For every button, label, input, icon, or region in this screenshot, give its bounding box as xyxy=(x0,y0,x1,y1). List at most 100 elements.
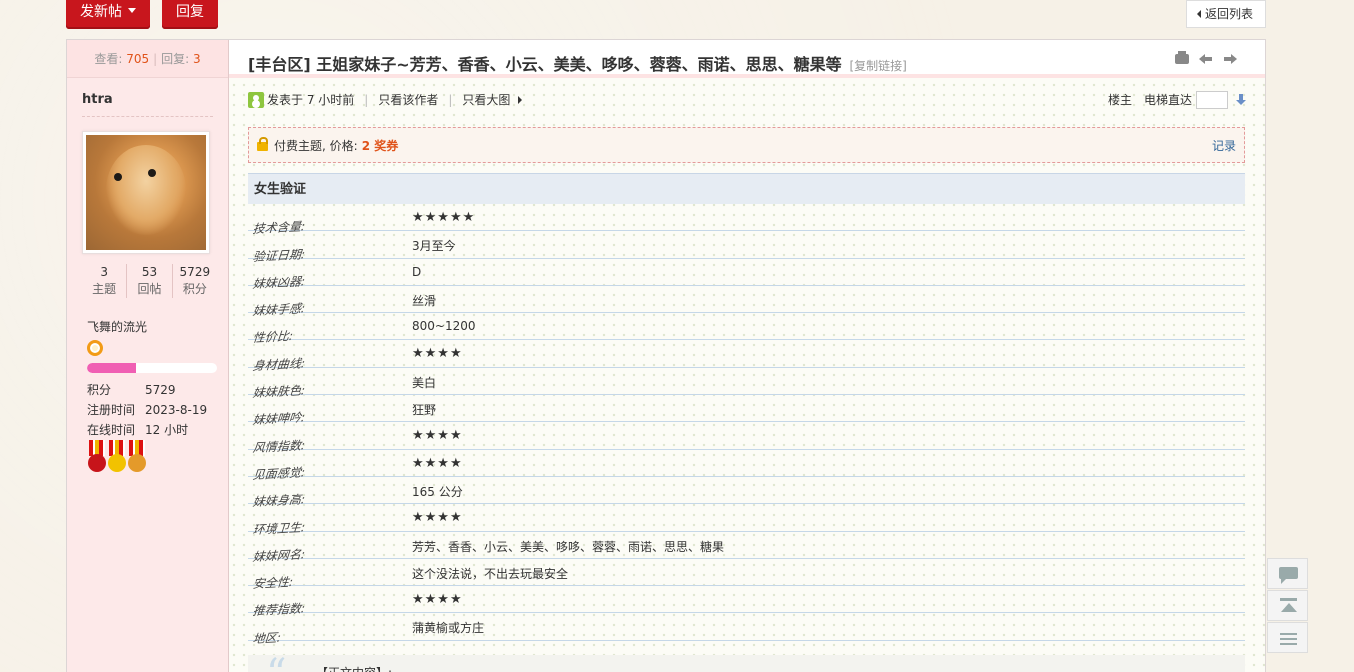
user-stats: 3 主题 53 回帖 5729 积分 xyxy=(82,264,217,298)
verification-value: ★★★★ xyxy=(412,592,463,608)
chevron-left-icon xyxy=(1196,10,1201,18)
verification-key: 地区: xyxy=(252,630,282,646)
medals xyxy=(87,440,147,476)
meta-divider: | xyxy=(448,93,453,107)
verification-value: D xyxy=(412,264,422,279)
thread-title: [丰台区] 王姐家妹子~芳芳、香香、小云、美美、哆哆、蓉蓉、雨诺、思思、糖果等 xyxy=(248,55,842,74)
verification-value: 3月至今 xyxy=(412,239,456,254)
verification-rows: 技术含量: ★★★★★ 验证日期: 3月至今 妹妹凶器: D 妹妹手感: 丝滑 性价比: 800~… xyxy=(248,204,1245,646)
meta-divider: | xyxy=(364,93,369,107)
info-row: 在线时间 12 小时 xyxy=(87,420,207,440)
back-to-top-icon[interactable] xyxy=(1267,590,1308,621)
verification-row: 安全性: 这个没法说，不出去玩最安全 xyxy=(248,559,1245,591)
back-label: 返回列表 xyxy=(1204,7,1253,21)
chevron-down-icon xyxy=(128,8,136,13)
stat-points[interactable]: 5729 积分 xyxy=(171,264,217,298)
level-progress-bar xyxy=(87,363,217,373)
views-label: 查看: xyxy=(94,52,123,66)
purchase-record-link[interactable]: 记录 xyxy=(1212,137,1236,154)
sun-icon xyxy=(87,340,103,356)
medal-icon[interactable] xyxy=(87,440,107,476)
verification-row: 身材曲线: ★★★★ xyxy=(248,340,1245,373)
verification-row: 地区: 蒲黄榆或方庄 xyxy=(248,613,1245,646)
verification-value: 800~1200 xyxy=(412,319,476,334)
verification-row: 环境卫生: ★★★★ xyxy=(248,504,1245,537)
info-value: 12 小时 xyxy=(145,423,189,437)
thread-tools xyxy=(1175,51,1237,66)
info-row: 积分 5729 xyxy=(87,380,207,400)
back-to-list-button[interactable]: 返回列表 xyxy=(1185,0,1266,28)
post-meta: 发表于 7 小时前 | 只看该作者 | 只看大图 楼主 电梯直达 xyxy=(248,90,1246,110)
posted-time: 发表于 7 小时前 xyxy=(267,93,355,107)
verification-value: 美白 xyxy=(412,375,437,390)
verification-value: 165 公分 xyxy=(412,484,463,499)
verification-value: ★★★★ xyxy=(412,346,463,362)
quote-block: “ 【正文内容】: xyxy=(248,651,1245,672)
new-post-button[interactable]: 发新帖 xyxy=(66,0,150,29)
medal-icon[interactable] xyxy=(127,440,147,476)
print-icon[interactable] xyxy=(1175,51,1189,64)
only-image-link[interactable]: 只看大图 xyxy=(462,90,510,110)
verification-value: 丝滑 xyxy=(412,293,437,308)
verification-title: 女生验证 xyxy=(248,173,1245,204)
floor-jump-input[interactable] xyxy=(1196,91,1228,109)
verification-row: 风情指数: ★★★★ xyxy=(248,422,1245,455)
info-key: 注册时间 xyxy=(87,403,136,417)
stat-replies[interactable]: 53 回帖 xyxy=(126,264,171,298)
stat-label: 积分 xyxy=(182,282,207,296)
top-toolbar: 发新帖 回复 返回列表 xyxy=(66,0,1266,30)
level-progress-fill xyxy=(87,363,137,373)
info-key: 在线时间 xyxy=(87,423,136,437)
verification-row: 妹妹网名: 芳芳、香香、小云、美美、哆哆、蓉蓉、雨诺、思思、糖果 xyxy=(248,532,1245,564)
verification-value: 这个没法说，不出去玩最安全 xyxy=(412,566,569,581)
paid-label: 付费主题, 价格: xyxy=(274,138,358,153)
user-group-title[interactable]: 飞舞的流光 xyxy=(87,318,147,335)
comment-icon[interactable] xyxy=(1267,558,1308,589)
medal-icon[interactable] xyxy=(107,440,127,476)
verification-row: 妹妹凶器: D xyxy=(248,259,1245,291)
avatar[interactable] xyxy=(82,131,210,254)
verification-value: 芳芳、香香、小云、美美、哆哆、蓉蓉、雨诺、思思、糖果 xyxy=(412,539,725,554)
only-author-link[interactable]: 只看该作者 xyxy=(378,90,438,110)
views-count: 705 xyxy=(126,52,150,66)
divider xyxy=(82,116,213,117)
verification-value: ★★★★★ xyxy=(412,210,476,225)
next-thread-icon[interactable] xyxy=(1223,52,1237,66)
floor-nav: 楼主 电梯直达 xyxy=(1108,90,1246,110)
quote-icon: “ xyxy=(266,651,286,672)
info-value: 5729 xyxy=(145,383,176,397)
verification-row: 妹妹手感: 丝滑 xyxy=(248,286,1245,318)
verification-row: 见面感觉: ★★★★ xyxy=(248,450,1245,482)
reply-button[interactable]: 回复 xyxy=(162,0,218,29)
author-sidebar: 查看: 705 | 回复: 3 htra 3 主题 53 回帖 5729 积分 飞舞的流光… xyxy=(67,40,229,672)
verification-row: 性价比: 800~1200 xyxy=(248,313,1245,345)
verification-row: 妹妹呻吟: 狂野 xyxy=(248,395,1245,427)
replies-label: 回复: xyxy=(161,52,190,66)
copy-link[interactable]: [复制链接] xyxy=(849,59,906,73)
thread-title-row: [丰台区] 王姐家妹子~芳芳、香香、小云、美美、哆哆、蓉蓉、雨诺、思思、糖果等 … xyxy=(229,40,1265,78)
verification-value: ★★★★ xyxy=(412,455,463,471)
verification-row: 妹妹身高: 165 公分 xyxy=(248,477,1245,509)
verification-value: 狂野 xyxy=(412,403,437,418)
user-online-icon xyxy=(248,92,264,108)
verification-value: ★★★★ xyxy=(412,428,463,444)
floating-toolbar xyxy=(1267,558,1308,654)
lock-icon xyxy=(257,137,268,151)
jump-label: 电梯直达 xyxy=(1143,93,1192,107)
previous-thread-icon[interactable] xyxy=(1199,52,1213,66)
verification-table: 女生验证 技术含量: ★★★★★ 验证日期: 3月至今 妹妹凶器: D 妹妹手感: 丝滑 性价比… xyxy=(248,173,1245,646)
stat-threads[interactable]: 3 主题 xyxy=(82,264,126,298)
list-icon[interactable] xyxy=(1267,622,1308,653)
floor-label: 楼主 xyxy=(1107,93,1132,107)
stats-divider: | xyxy=(153,52,158,66)
info-value: 2023-8-19 xyxy=(145,403,208,417)
verification-row: 验证日期: 3月至今 xyxy=(248,231,1245,264)
post-container: 查看: 705 | 回复: 3 htra 3 主题 53 回帖 5729 积分 飞舞的流光… xyxy=(66,39,1266,672)
info-row: 注册时间 2023-8-19 xyxy=(87,400,207,420)
stat-label: 回帖 xyxy=(137,282,162,296)
user-info: 积分 5729 注册时间 2023-8-19 在线时间 12 小时 xyxy=(87,380,207,440)
post-main: [丰台区] 王姐家妹子~芳芳、香香、小云、美美、哆哆、蓉蓉、雨诺、思思、糖果等 … xyxy=(229,40,1265,672)
author-name[interactable]: htra xyxy=(67,78,228,116)
verification-value: ★★★★ xyxy=(412,510,463,526)
jump-arrow-icon[interactable] xyxy=(1236,94,1246,106)
